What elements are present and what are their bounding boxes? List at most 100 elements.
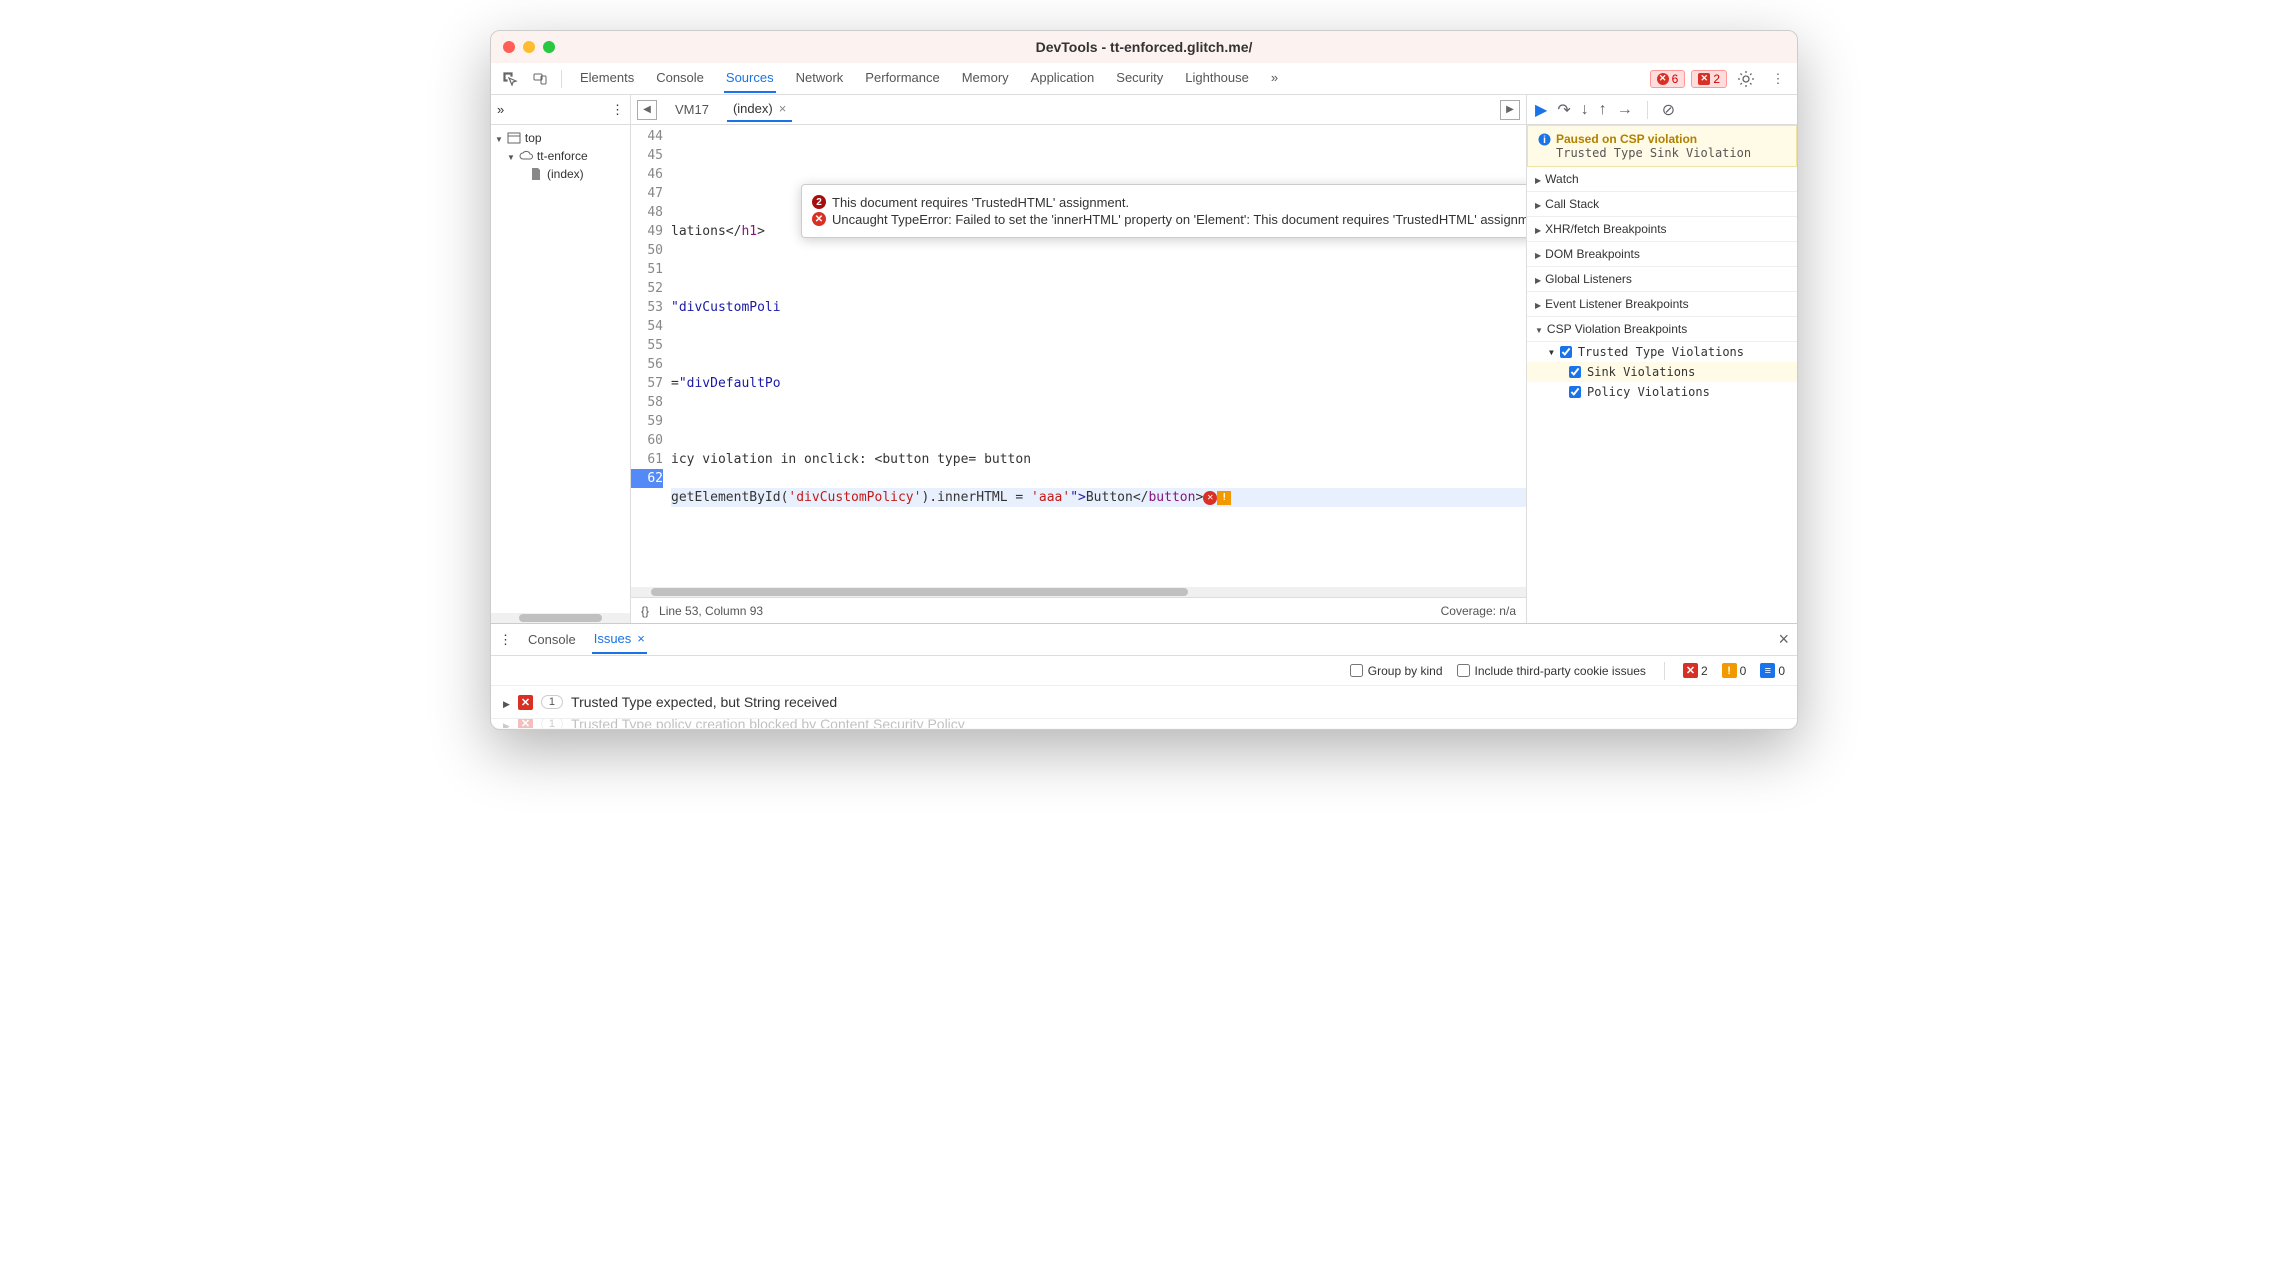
code-editor[interactable]: 44454647 48495051 52535455 56575859 6061…	[631, 125, 1526, 587]
chevron-right-icon	[503, 719, 510, 729]
tree-top-label: top	[525, 131, 542, 145]
acc-xhr[interactable]: XHR/fetch Breakpoints	[1527, 217, 1797, 242]
file-tab-index[interactable]: (index)×	[727, 97, 792, 122]
chevron-down-icon	[507, 149, 515, 163]
chevron-down-icon	[495, 131, 503, 145]
cloud-icon	[519, 149, 533, 163]
checkbox-tt[interactable]	[1560, 346, 1572, 358]
issue-row-2[interactable]: ✕ 1 Trusted Type policy creation blocked…	[491, 719, 1797, 729]
panel-tabs: Elements Console Sources Network Perform…	[578, 64, 1646, 93]
navigator-menu-icon[interactable]: ⋮	[611, 102, 624, 118]
tree-top[interactable]: top	[495, 129, 626, 147]
debugger-pane: ▶ ↷ ↓ ↑ → ⊘ i Paused on CSP violation Tru…	[1527, 95, 1797, 623]
drawer-close-icon[interactable]: ×	[1778, 629, 1789, 650]
issue-count: 1	[541, 695, 563, 709]
issue-info-count[interactable]: ≡0	[1760, 663, 1785, 678]
tab-security[interactable]: Security	[1114, 64, 1165, 93]
issues-count: 2	[1713, 72, 1720, 86]
error-icon: ✕	[518, 719, 533, 729]
tree-origin[interactable]: tt-enforce	[495, 147, 626, 165]
error-tooltip: 2This document requires 'TrustedHTML' as…	[801, 184, 1526, 238]
tree-origin-label: tt-enforce	[537, 149, 588, 163]
issue-icon: ✕	[1698, 73, 1710, 85]
tree-file[interactable]: (index)	[495, 165, 626, 183]
close-tab-icon[interactable]: ×	[779, 101, 787, 116]
acc-csp[interactable]: CSP Violation Breakpoints	[1527, 317, 1797, 342]
file-tab-vm[interactable]: VM17	[669, 98, 715, 121]
svg-text:i: i	[1543, 135, 1546, 146]
issue-text: Trusted Type expected, but String receiv…	[571, 694, 837, 710]
tab-sources[interactable]: Sources	[724, 64, 776, 93]
include-3p[interactable]: Include third-party cookie issues	[1457, 664, 1646, 678]
inspect-icon[interactable]	[497, 66, 523, 92]
pause-title: Paused on CSP violation	[1556, 132, 1697, 146]
cursor-position: Line 53, Column 93	[659, 604, 763, 618]
acc-dom[interactable]: DOM Breakpoints	[1527, 242, 1797, 267]
devtools-window: DevTools - tt-enforced.glitch.me/ Elemen…	[490, 30, 1798, 730]
format-icon[interactable]: {}	[641, 604, 649, 618]
tab-elements[interactable]: Elements	[578, 64, 636, 93]
acc-event[interactable]: Event Listener Breakpoints	[1527, 292, 1797, 317]
tab-lighthouse[interactable]: Lighthouse	[1183, 64, 1251, 93]
nav-forward-icon[interactable]: ▶	[1500, 100, 1520, 120]
nav-back-icon[interactable]: ◀	[637, 100, 657, 120]
chevron-right-icon	[503, 694, 510, 710]
error-icon[interactable]: ✕	[1203, 491, 1217, 505]
step-into-icon[interactable]: ↓	[1581, 101, 1589, 119]
error-icon: ✕	[518, 695, 533, 710]
navigator-header: » ⋮	[491, 95, 630, 125]
tab-network[interactable]: Network	[794, 64, 846, 93]
acc-global[interactable]: Global Listeners	[1527, 267, 1797, 292]
tab-memory[interactable]: Memory	[960, 64, 1011, 93]
step-out-icon[interactable]: ↑	[1599, 101, 1607, 119]
frame-icon	[507, 131, 521, 145]
issue-text: Trusted Type policy creation blocked by …	[571, 719, 965, 729]
csp-trusted-type[interactable]: ▼Trusted Type Violations	[1527, 342, 1797, 362]
info-icon: ≡	[1760, 663, 1775, 678]
tab-performance[interactable]: Performance	[863, 64, 941, 93]
drawer-tab-issues[interactable]: Issues×	[592, 625, 647, 654]
drawer: ⋮ Console Issues× × Group by kind Includ…	[491, 623, 1797, 729]
more-icon[interactable]: ⋮	[1765, 66, 1791, 92]
issue-warn-count[interactable]: !0	[1722, 663, 1747, 678]
tab-console[interactable]: Console	[654, 64, 706, 93]
navigator-more-icon[interactable]: »	[497, 102, 504, 117]
toolbar-badges: ✕6 ✕2 ⋮	[1650, 66, 1791, 92]
issue-err-count[interactable]: ✕2	[1683, 663, 1708, 678]
horizontal-scrollbar[interactable]	[631, 587, 1526, 597]
group-by-kind[interactable]: Group by kind	[1350, 664, 1443, 678]
settings-icon[interactable]	[1733, 66, 1759, 92]
csp-sink[interactable]: Sink Violations	[1527, 362, 1797, 382]
tab-application[interactable]: Application	[1029, 64, 1097, 93]
editor-statusbar: {} Line 53, Column 93 Coverage: n/a	[631, 597, 1526, 623]
checkbox-sink[interactable]	[1569, 366, 1581, 378]
more-tabs-icon[interactable]: »	[1269, 64, 1280, 93]
window-title: DevTools - tt-enforced.glitch.me/	[491, 39, 1797, 55]
step-icon[interactable]: →	[1617, 101, 1633, 119]
warning-icon[interactable]: !	[1217, 491, 1231, 505]
main-toolbar: Elements Console Sources Network Perform…	[491, 63, 1797, 95]
coverage-status: Coverage: n/a	[1441, 604, 1516, 618]
resume-icon[interactable]: ▶	[1535, 100, 1547, 120]
close-icon[interactable]: ×	[637, 631, 645, 646]
checkbox-policy[interactable]	[1569, 386, 1581, 398]
pause-sub: Trusted Type Sink Violation	[1556, 146, 1786, 160]
step-over-icon[interactable]: ↷	[1557, 100, 1570, 120]
drawer-menu-icon[interactable]: ⋮	[499, 632, 512, 648]
file-tab-bar: ◀ VM17 (index)× ▶	[631, 95, 1526, 125]
error-icon: ✕	[1657, 73, 1669, 85]
csp-policy[interactable]: Policy Violations	[1527, 382, 1797, 402]
acc-callstack[interactable]: Call Stack	[1527, 192, 1797, 217]
deactivate-breakpoints-icon[interactable]: ⊘	[1662, 100, 1675, 120]
error-count: 6	[1672, 72, 1679, 86]
drawer-tab-console[interactable]: Console	[526, 626, 578, 653]
error-count-badge[interactable]: ✕6	[1650, 70, 1686, 88]
tree-file-label: (index)	[547, 167, 584, 181]
issue-count: 1	[541, 719, 563, 729]
device-toggle-icon[interactable]	[527, 66, 553, 92]
issues-count-badge[interactable]: ✕2	[1691, 70, 1727, 88]
line-gutter: 44454647 48495051 52535455 56575859 6061…	[631, 125, 671, 587]
error-icon: ✕	[812, 212, 826, 226]
issue-row-1[interactable]: ✕ 1 Trusted Type expected, but String re…	[491, 686, 1797, 719]
acc-watch[interactable]: Watch	[1527, 167, 1797, 192]
